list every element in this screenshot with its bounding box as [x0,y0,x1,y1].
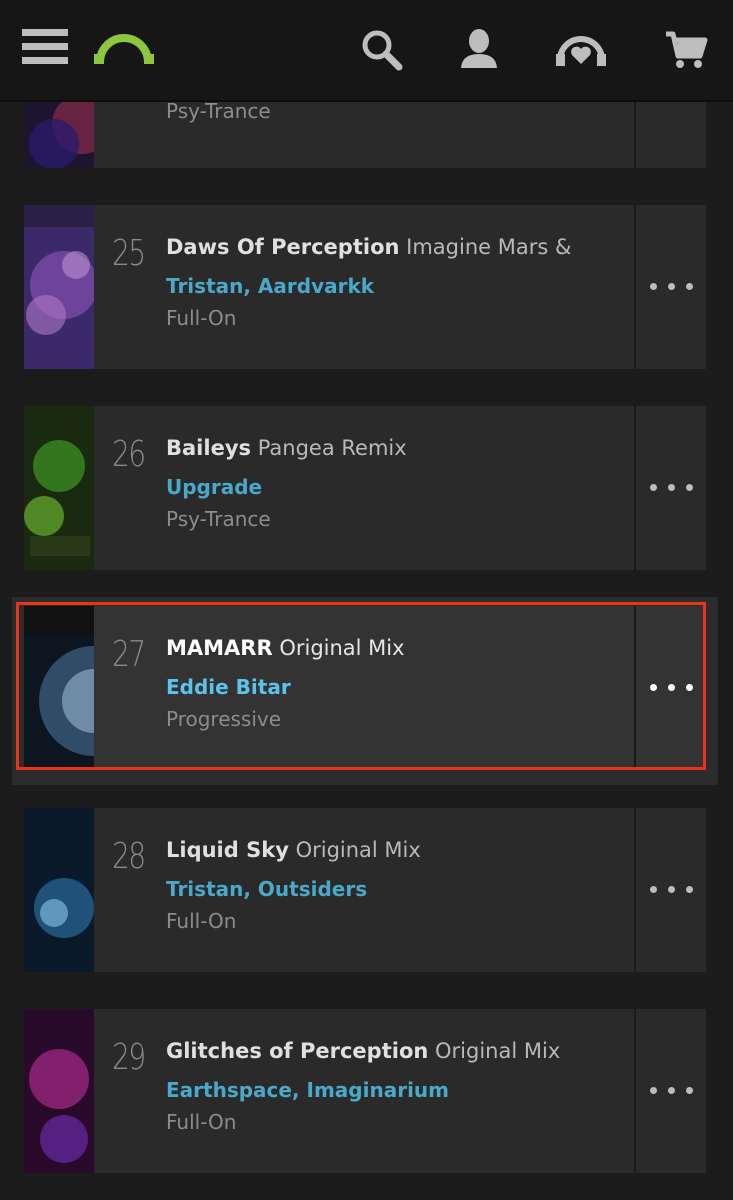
search-icon[interactable] [360,28,404,72]
track-title[interactable]: Glitches of Perception [166,1039,428,1063]
track-genre[interactable]: Full-On [166,909,236,933]
track-title[interactable]: Baileys [166,436,251,460]
track-row[interactable]: 25 Daws Of Perception Imagine Mars & Tri… [24,205,706,369]
top-nav-bar [0,0,733,102]
album-art[interactable] [24,1009,94,1173]
track-genre[interactable]: Full-On [166,1110,236,1134]
track-number: 27 [112,634,146,675]
track-title[interactable]: Liquid Sky [166,838,289,862]
track-artists[interactable]: Upgrade [166,475,262,499]
track-mix: Imagine Mars & [406,235,572,259]
track-row[interactable]: 26 Baileys Pangea Remix Upgrade Psy-Tran… [24,406,706,570]
track-menu[interactable] [634,808,706,972]
album-art[interactable] [24,606,94,770]
more-options-icon[interactable] [650,484,694,492]
track-number: 29 [112,1037,146,1078]
album-art[interactable] [24,808,94,972]
track-artists[interactable]: Earthspace, Imaginarium [166,1078,449,1102]
track-menu[interactable] [634,205,706,369]
track-title-line: Baileys Pangea Remix [166,436,626,460]
track-genre: Psy-Trance [166,99,271,123]
menu-icon[interactable] [22,27,70,67]
track-menu[interactable] [634,606,706,770]
beatport-logo[interactable] [92,24,156,68]
track-title-line: Daws Of Perception Imagine Mars & [166,235,626,259]
album-art[interactable] [24,406,94,570]
track-mix: Original Mix [435,1039,561,1063]
track-row[interactable]: 28 Liquid Sky Original Mix Tristan, Outs… [24,808,706,972]
track-number: 28 [112,836,146,877]
track-row[interactable]: 29 Glitches of Perception Original Mix E… [24,1009,706,1173]
track-number: 25 [112,233,146,274]
track-title[interactable]: MAMARR [166,636,273,660]
track-menu[interactable] [634,406,706,570]
track-title-line: Liquid Sky Original Mix [166,838,626,862]
more-options-icon[interactable] [650,886,694,894]
track-mix: Original Mix [279,636,405,660]
track-genre[interactable]: Psy-Trance [166,507,271,531]
cart-icon[interactable] [664,30,708,70]
track-artists[interactable]: Tristan, Aardvarkk [166,274,374,298]
track-title[interactable]: Daws Of Perception [166,235,399,259]
track-mix: Pangea Remix [257,436,407,460]
more-options-icon[interactable] [650,1087,694,1095]
track-genre[interactable]: Full-On [166,306,236,330]
album-art[interactable] [24,205,94,369]
track-title-line: MAMARR Original Mix [166,636,626,660]
track-mix: Original Mix [295,838,421,862]
more-options-icon[interactable] [650,283,694,291]
track-genre[interactable]: Progressive [166,707,281,731]
track-row-selected[interactable]: 27 MAMARR Original Mix Eddie Bitar Progr… [24,606,706,770]
track-artists[interactable]: Eddie Bitar [166,675,291,699]
more-options-icon[interactable] [650,684,694,692]
track-menu[interactable] [634,1009,706,1173]
track-title-line: Glitches of Perception Original Mix [166,1039,626,1063]
my-beatport-icon[interactable] [554,30,608,70]
track-artists[interactable]: Tristan, Outsiders [166,877,367,901]
track-number: 26 [112,434,146,475]
account-icon[interactable] [458,28,500,70]
